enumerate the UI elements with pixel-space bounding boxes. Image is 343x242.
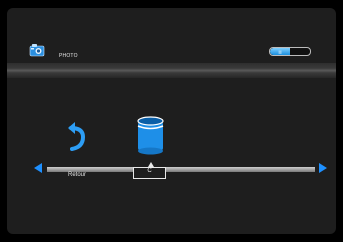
menu-item-retour-label[interactable]: Retour: [68, 172, 86, 178]
menu-track: [47, 167, 315, 172]
header-separator: [7, 63, 336, 78]
back-arrow-icon[interactable]: [67, 120, 89, 152]
nav-right-arrow-icon[interactable]: [319, 163, 327, 173]
drive-icon[interactable]: [134, 114, 167, 155]
battery-label: |||: [278, 49, 282, 54]
page-title: PHOTO: [59, 53, 78, 59]
nav-left-arrow-icon[interactable]: [34, 163, 42, 173]
screen-frame: PHOTO ||| Retour C: [7, 8, 336, 234]
menu-item-c-label[interactable]: C: [133, 168, 166, 174]
battery-indicator: |||: [269, 47, 311, 56]
camera-icon: [29, 44, 45, 57]
